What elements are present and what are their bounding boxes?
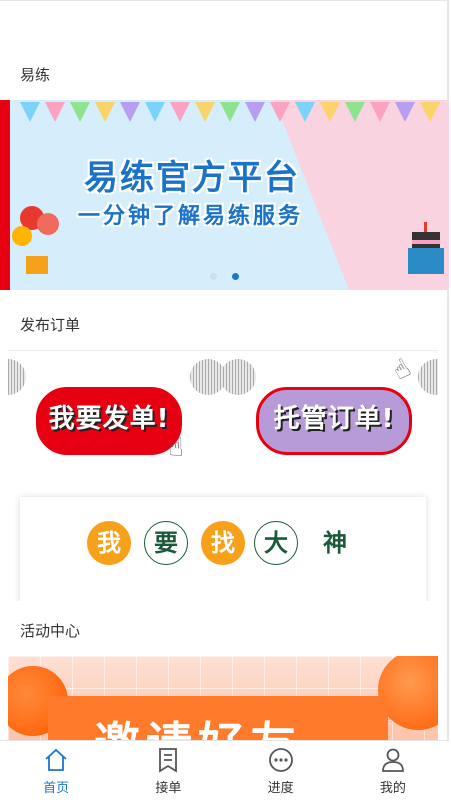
pointing-hand-icon: ☝: [387, 353, 417, 387]
carousel-dot-active[interactable]: [232, 273, 240, 280]
pointing-hand-icon: ☝: [168, 433, 184, 463]
custody-order-button[interactable]: 托管订单!: [256, 387, 412, 455]
tab-take-order-label: 接单: [155, 781, 182, 796]
page: 易练 易练官方平台 一分钟了解易练服务 发布订单 我要发单! 托管订单! ☝ ☝…: [0, 0, 449, 804]
carousel-dots: [0, 265, 449, 284]
activity-banner[interactable]: 邀请好友: [8, 656, 438, 746]
tab-progress[interactable]: 进度: [225, 741, 337, 804]
section-title-publish-order: 发布订单: [20, 316, 81, 334]
tab-mine-label: 我的: [379, 781, 406, 796]
find-master-char: 要: [144, 521, 188, 565]
dot-pattern-decoration: [220, 359, 256, 395]
section-title-activity: 活动中心: [20, 622, 81, 640]
dot-pattern-decoration: [8, 359, 26, 395]
find-master-char: 神: [323, 529, 347, 557]
promo-banner[interactable]: 易练官方平台 一分钟了解易练服务: [0, 100, 449, 290]
bottom-tab-bar: 首页 接单 进度 我的: [0, 740, 449, 804]
tab-home-label: 首页: [43, 781, 70, 796]
publish-order-panel: 我要发单! 托管订单! ☝ ☝ 我 要 找 大 神: [8, 350, 438, 601]
bunting-flags-icon: [20, 102, 440, 122]
tab-mine[interactable]: 我的: [337, 741, 449, 804]
user-icon: [337, 747, 449, 773]
tab-progress-label: 进度: [267, 781, 294, 796]
tab-take-order[interactable]: 接单: [112, 741, 224, 804]
dot-pattern-decoration: [418, 359, 438, 395]
more-dots-icon: [225, 747, 337, 773]
carousel-dot[interactable]: [209, 273, 217, 280]
find-master-char: 大: [254, 521, 298, 565]
find-master-char: 找: [201, 521, 245, 565]
post-order-button[interactable]: 我要发单!: [36, 387, 182, 455]
section-title-yilian: 易练: [20, 66, 51, 84]
banner-subtitle: 一分钟了解易练服务: [78, 204, 304, 229]
top-divider: [0, 0, 449, 1]
order-list-icon: [112, 747, 224, 773]
home-icon: [0, 747, 112, 773]
find-master-button[interactable]: 我 要 找 大 神: [20, 497, 426, 601]
tab-home[interactable]: 首页: [0, 741, 112, 804]
banner-title: 易练官方平台: [84, 158, 300, 198]
find-master-char: 我: [87, 521, 131, 565]
